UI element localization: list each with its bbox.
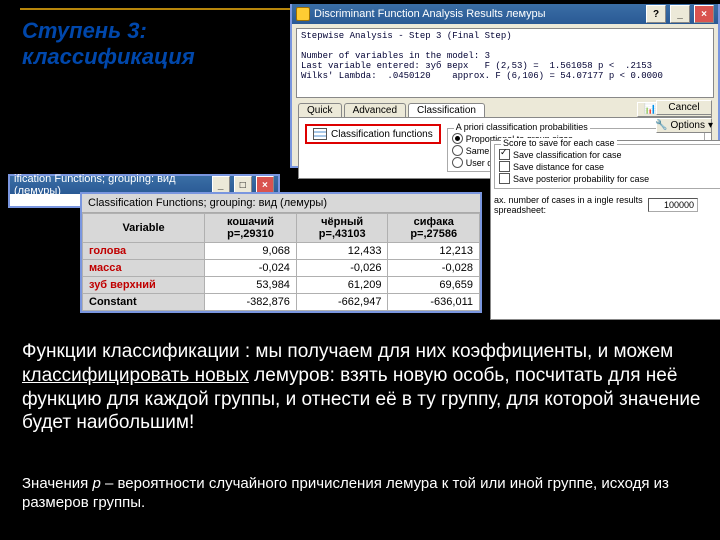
radio-same[interactable] (452, 145, 463, 156)
check-save-class-label: Save classification for case (513, 150, 622, 160)
cell: 12,433 (296, 243, 388, 260)
table-row: масса -0,024 -0,026 -0,028 (83, 260, 480, 277)
table-row: голова 9,068 12,433 12,213 (83, 243, 480, 260)
help-button[interactable]: ? (646, 5, 666, 23)
col-cat3: сифака p=,27586 (388, 214, 480, 243)
cell: -0,028 (388, 260, 480, 277)
options-button[interactable]: 🔧 Options ▾ (656, 118, 712, 133)
tab-quick[interactable]: Quick (298, 103, 342, 117)
results-summary-text: Stepwise Analysis - Step 3 (Final Step) … (296, 28, 714, 98)
col-cat2: чёрный p=,43103 (296, 214, 388, 243)
ncases-row: ax. number of cases in a ingle results s… (494, 195, 720, 215)
score-group: Score to save for each case Save classif… (494, 144, 720, 189)
underline-phrase: классифицировать новых (22, 365, 249, 386)
check-save-post[interactable] (499, 173, 510, 184)
cell: 69,659 (388, 277, 480, 294)
minimize-button[interactable]: _ (670, 5, 690, 23)
grid-icon (313, 128, 327, 140)
cell: -636,011 (388, 294, 480, 311)
ncases-input[interactable] (648, 198, 698, 212)
app-icon (296, 7, 310, 21)
ncases-label: ax. number of cases in a ingle results s… (494, 195, 644, 215)
row-name: голова (83, 243, 205, 260)
col-cat1: кошачий p=,29310 (205, 214, 297, 243)
body-text: Функции классификации : мы получаем для … (22, 340, 702, 435)
classification-table: Variable кошачий p=,29310 чёрный p=,4310… (82, 213, 480, 311)
radio-proportional[interactable] (452, 133, 463, 144)
row-name: масса (83, 260, 205, 277)
cell: -662,947 (296, 294, 388, 311)
score-save-panel: Score to save for each case Save classif… (490, 140, 720, 320)
sheet2-window: Classification Functions; grouping: вид … (80, 192, 482, 313)
cancel-button[interactable]: Cancel (656, 100, 712, 115)
results-titlebar[interactable]: Discriminant Function Analysis Results л… (292, 4, 718, 24)
row-name: зуб верхний (83, 277, 205, 294)
classification-functions-button[interactable]: Classification functions (305, 124, 441, 144)
p-italic: p (92, 475, 100, 492)
right-button-column: Cancel 🔧 Options ▾ (656, 100, 712, 133)
col-variable: Variable (83, 214, 205, 243)
table-row: Constant -382,876 -662,947 -636,011 (83, 294, 480, 311)
sheet2-header: Classification Functions; grouping: вид … (82, 194, 480, 213)
row-name: Constant (83, 294, 205, 311)
check-save-class[interactable] (499, 149, 510, 160)
tab-advanced[interactable]: Advanced (344, 103, 406, 117)
score-legend: Score to save for each case (501, 138, 617, 148)
heading-line1: Ступень 3: (22, 18, 147, 43)
slide-heading: Ступень 3: классификация (22, 18, 195, 71)
priors-legend: A priori classification probabilities (454, 122, 590, 132)
radio-user[interactable] (452, 157, 463, 168)
cell: 53,984 (205, 277, 297, 294)
table-row: зуб верхний 53,984 61,209 69,659 (83, 277, 480, 294)
heading-line2: классификация (22, 44, 195, 69)
tab-row: Quick Advanced Classification 📊 Summary (292, 102, 718, 117)
check-save-post-label: Save posterior probability for case (513, 174, 649, 184)
cell: -0,026 (296, 260, 388, 277)
close-button[interactable]: × (694, 5, 714, 23)
check-save-dist-label: Save distance for case (513, 162, 604, 172)
check-save-dist[interactable] (499, 161, 510, 172)
cell: -0,024 (205, 260, 297, 277)
note-text: Значения p – вероятности случайного прич… (22, 475, 702, 513)
results-title: Discriminant Function Analysis Results л… (314, 8, 546, 20)
cell: -382,876 (205, 294, 297, 311)
cell: 9,068 (205, 243, 297, 260)
cell: 12,213 (388, 243, 480, 260)
tab-classification[interactable]: Classification (408, 103, 485, 117)
cell: 61,209 (296, 277, 388, 294)
